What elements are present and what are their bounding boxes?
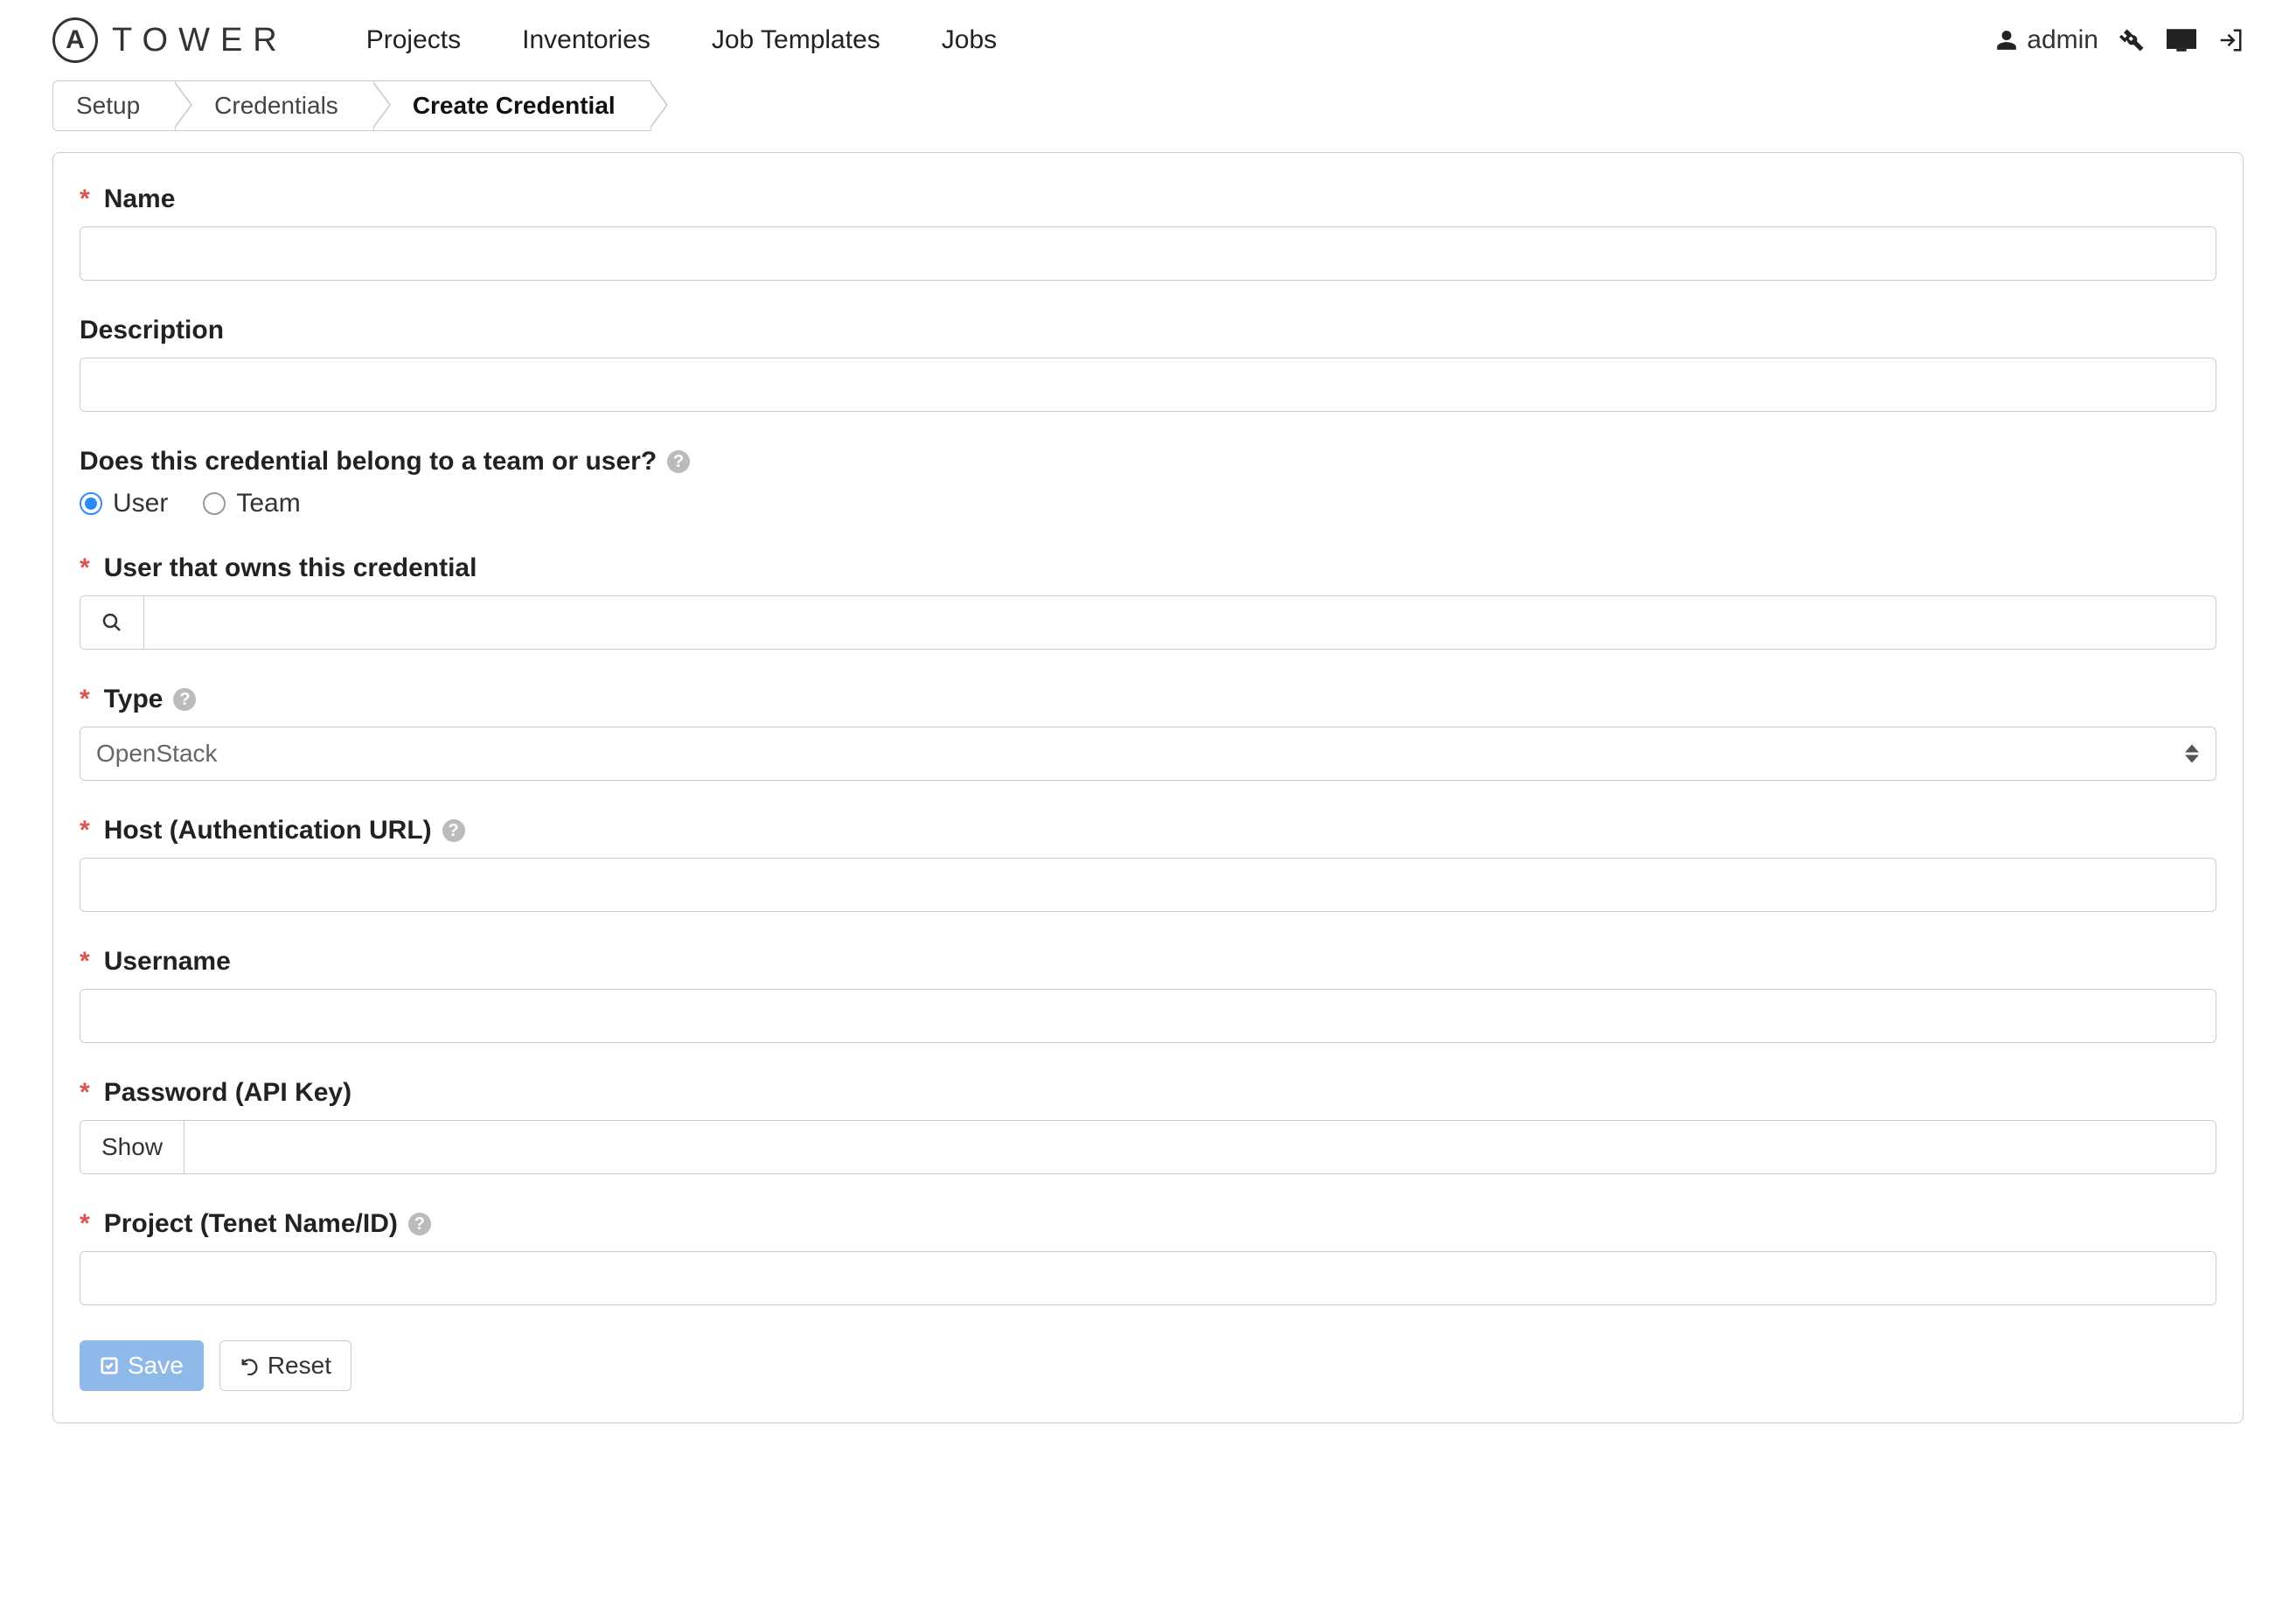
reset-button[interactable]: Reset [219, 1340, 351, 1391]
radio-team-label: Team [236, 489, 300, 518]
help-icon[interactable]: ? [442, 819, 465, 842]
radio-user[interactable]: User [80, 489, 168, 518]
type-select[interactable]: OpenStack [80, 727, 2216, 781]
field-owner: * User that owns this credential [80, 553, 2216, 650]
host-label: Host (Authentication URL) [104, 816, 432, 845]
host-input[interactable] [80, 858, 2216, 912]
check-icon [100, 1356, 119, 1375]
radio-user-label: User [113, 489, 168, 518]
breadcrumb: Setup Credentials Create Credential [52, 80, 2296, 131]
password-show-button[interactable]: Show [80, 1120, 184, 1174]
field-host: * Host (Authentication URL) ? [80, 816, 2216, 912]
monitor-icon[interactable] [2167, 29, 2196, 52]
required-marker: * [80, 685, 90, 714]
radio-team[interactable]: Team [203, 489, 300, 518]
reset-label: Reset [268, 1352, 331, 1380]
logout-icon[interactable] [2217, 27, 2244, 53]
help-icon[interactable]: ? [173, 688, 196, 711]
username-label: Username [104, 947, 231, 977]
required-marker: * [80, 816, 90, 845]
save-label: Save [128, 1352, 184, 1380]
type-label: Type [104, 685, 164, 714]
description-label: Description [80, 316, 224, 345]
logo-text: TOWER [112, 22, 288, 59]
description-input[interactable] [80, 358, 2216, 412]
required-marker: * [80, 947, 90, 977]
topbar: A TOWER Projects Inventories Job Templat… [0, 0, 2296, 80]
breadcrumb-credentials[interactable]: Credentials [175, 80, 373, 131]
field-username: * Username [80, 947, 2216, 1043]
field-ownership: Does this credential belong to a team or… [80, 447, 2216, 518]
owner-search-button[interactable] [80, 595, 143, 650]
breadcrumb-setup[interactable]: Setup [52, 80, 175, 131]
radio-dot-icon [80, 492, 102, 515]
form-actions: Save Reset [80, 1340, 2216, 1391]
save-button[interactable]: Save [80, 1340, 204, 1391]
owner-input[interactable] [143, 595, 2216, 650]
required-marker: * [80, 1078, 90, 1108]
field-description: Description [80, 316, 2216, 412]
field-project: * Project (Tenet Name/ID) ? [80, 1209, 2216, 1305]
help-icon[interactable]: ? [667, 450, 690, 473]
current-user-name: admin [2027, 25, 2098, 55]
project-label: Project (Tenet Name/ID) [104, 1209, 398, 1239]
name-label: Name [104, 184, 176, 214]
password-label: Password (API Key) [104, 1078, 351, 1108]
user-icon [1995, 29, 2018, 52]
field-password: * Password (API Key) Show [80, 1078, 2216, 1174]
field-type: * Type ? OpenStack [80, 685, 2216, 781]
type-selected-value: OpenStack [96, 740, 218, 768]
current-user-link[interactable]: admin [1995, 25, 2098, 55]
nav-inventories[interactable]: Inventories [522, 25, 651, 55]
tools-icon[interactable] [2119, 27, 2146, 53]
logo[interactable]: A TOWER [52, 17, 288, 63]
form-panel: * Name Description Does this credential b… [52, 152, 2244, 1423]
field-name: * Name [80, 184, 2216, 281]
username-input[interactable] [80, 989, 2216, 1043]
select-caret-icon [2185, 745, 2199, 763]
help-icon[interactable]: ? [408, 1213, 431, 1235]
radio-dot-icon [203, 492, 226, 515]
project-input[interactable] [80, 1251, 2216, 1305]
top-right: admin [1995, 25, 2244, 55]
required-marker: * [80, 184, 90, 214]
undo-icon [240, 1356, 259, 1375]
breadcrumb-create-credential[interactable]: Create Credential [373, 80, 651, 131]
ownership-label: Does this credential belong to a team or… [80, 447, 657, 477]
nav-job-templates[interactable]: Job Templates [712, 25, 880, 55]
required-marker: * [80, 1209, 90, 1239]
nav-jobs[interactable]: Jobs [942, 25, 997, 55]
password-input[interactable] [184, 1120, 2216, 1174]
required-marker: * [80, 553, 90, 583]
owner-label: User that owns this credential [104, 553, 477, 583]
search-icon [101, 612, 122, 633]
nav-projects[interactable]: Projects [366, 25, 461, 55]
logo-mark-icon: A [52, 17, 98, 63]
name-input[interactable] [80, 226, 2216, 281]
main-nav: Projects Inventories Job Templates Jobs [366, 25, 997, 55]
